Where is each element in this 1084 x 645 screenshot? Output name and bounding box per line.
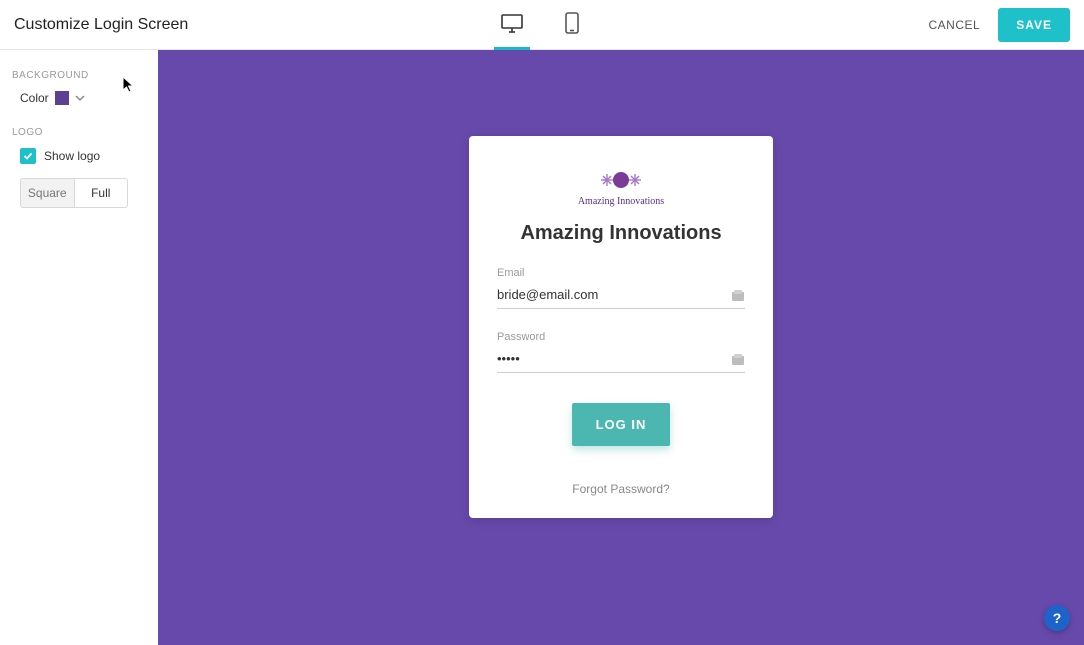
mobile-icon <box>565 12 579 34</box>
logo-section-label: LOGO <box>12 127 146 138</box>
password-field[interactable] <box>497 347 745 373</box>
password-label: Password <box>497 331 745 343</box>
cancel-button[interactable]: CANCEL <box>929 18 981 32</box>
logo-shape-full-button[interactable]: Full <box>74 179 128 207</box>
chevron-down-icon <box>75 93 85 103</box>
autofill-icon <box>731 353 745 367</box>
show-logo-checkbox[interactable]: Show logo <box>20 148 146 164</box>
header-bar: Customize Login Screen CANCEL SAVE <box>0 0 1084 50</box>
save-button[interactable]: SAVE <box>998 8 1070 42</box>
background-color-picker[interactable]: Color <box>20 91 146 105</box>
logo-icon: Amazing Innovations <box>573 166 669 210</box>
background-section-label: BACKGROUND <box>12 70 146 81</box>
svg-text:Amazing Innovations: Amazing Innovations <box>578 196 664 207</box>
brand-title: Amazing Innovations <box>497 222 745 245</box>
brand-logo: Amazing Innovations <box>497 166 745 210</box>
password-field-wrapper: Password <box>497 331 745 373</box>
mobile-preview-button[interactable] <box>554 0 590 50</box>
checkbox-checked-icon <box>20 148 36 164</box>
page-title: Customize Login Screen <box>14 16 188 34</box>
preview-canvas: Amazing Innovations Amazing Innovations … <box>158 50 1084 645</box>
device-toggle <box>494 0 590 50</box>
logo-shape-square-button[interactable]: Square <box>21 179 74 207</box>
forgot-password-link[interactable]: Forgot Password? <box>497 482 745 496</box>
show-logo-label: Show logo <box>44 149 100 163</box>
email-field-wrapper: Email <box>497 267 745 309</box>
login-button[interactable]: LOG IN <box>572 403 671 446</box>
email-label: Email <box>497 267 745 279</box>
autofill-icon <box>731 289 745 303</box>
settings-sidebar: BACKGROUND Color LOGO Show logo Square F… <box>0 50 158 645</box>
color-swatch <box>55 91 69 105</box>
logo-shape-segment: Square Full <box>20 178 128 208</box>
help-button[interactable]: ? <box>1044 605 1070 631</box>
email-field[interactable] <box>497 283 745 309</box>
body: BACKGROUND Color LOGO Show logo Square F… <box>0 50 1084 645</box>
login-card: Amazing Innovations Amazing Innovations … <box>469 136 773 518</box>
desktop-preview-button[interactable] <box>494 0 530 50</box>
desktop-icon <box>500 13 524 33</box>
header-actions: CANCEL SAVE <box>929 8 1070 42</box>
color-label: Color <box>20 91 49 105</box>
